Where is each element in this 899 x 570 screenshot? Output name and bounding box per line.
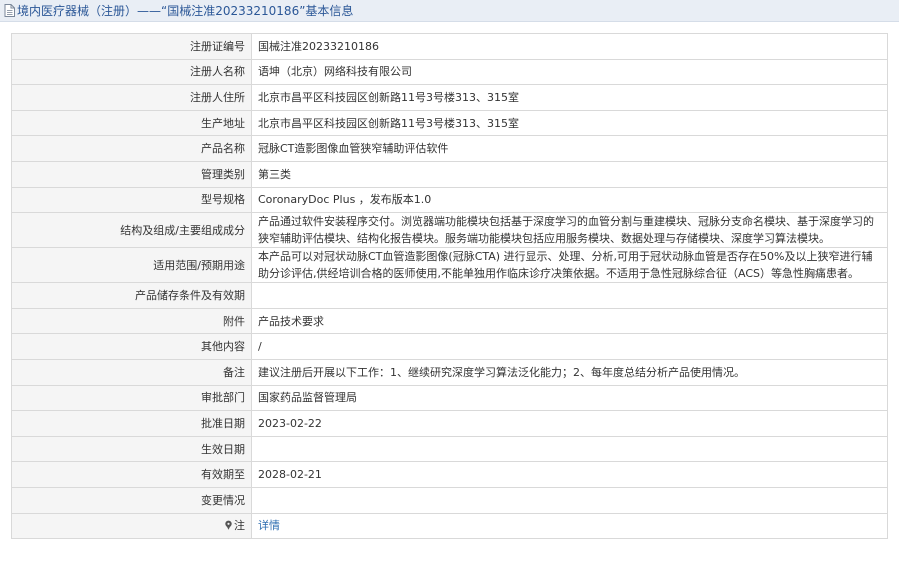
row-label: 管理类别 [11,160,252,188]
table-row: 备注 建议注册后开展以下工作：1、继续研究深度学习算法泛化能力；2、每年度总结分… [11,358,888,386]
table-row: 注册证编号 国械注准20233210186 [11,33,888,60]
note-row-label: 注 [11,512,252,540]
table-row: 注册人名称 语坤（北京）网络科技有限公司 [11,58,888,86]
document-icon [4,4,15,17]
table-row: 审批部门 国家药品监督管理局 [11,384,888,412]
row-value: 产品通过软件安装程序交付。浏览器端功能模块包括基于深度学习的血管分割与重建模块、… [251,212,888,249]
row-value [251,435,888,463]
table-row: 产品储存条件及有效期 [11,282,888,309]
row-value: 2023-02-22 [251,410,888,437]
row-label: 结构及组成/主要组成成分 [11,212,252,249]
row-value: / [251,333,888,360]
row-value: 2028-02-21 [251,461,888,488]
row-label: 变更情况 [11,486,252,514]
row-label: 注册证编号 [11,33,252,60]
page-title: 境内医疗器械（注册）——“国械注准20233210186”基本信息 [17,4,354,18]
row-value [251,282,888,309]
row-value: 国家药品监督管理局 [251,384,888,412]
row-value: 产品技术要求 [251,307,888,335]
row-value: 国械注准20233210186 [251,33,888,60]
row-label: 注册人住所 [11,84,252,111]
row-label: 其他内容 [11,333,252,360]
row-value: 本产品可以对冠状动脉CT血管造影图像(冠脉CTA) 进行显示、处理、分析,可用于… [251,247,888,284]
table-row: 适用范围/预期用途 本产品可以对冠状动脉CT血管造影图像(冠脉CTA) 进行显示… [11,247,888,284]
table-row: 管理类别 第三类 [11,160,888,188]
row-value: CoronaryDoc Plus ，发布版本1.0 [251,186,888,214]
row-label: 产品名称 [11,135,252,162]
row-label: 批准日期 [11,410,252,437]
registration-info-table: 注册证编号 国械注准20233210186 注册人名称 语坤（北京）网络科技有限… [11,33,888,540]
row-value: 北京市昌平区科技园区创新路11号3号楼313、315室 [251,84,888,111]
row-label: 生效日期 [11,435,252,463]
table-row: 型号规格 CoronaryDoc Plus ，发布版本1.0 [11,186,888,214]
row-label: 生产地址 [11,109,252,137]
row-label: 备注 [11,358,252,386]
table-row: 变更情况 [11,486,888,514]
pin-icon [225,520,232,531]
table-row: 生产地址 北京市昌平区科技园区创新路11号3号楼313、315室 [11,109,888,137]
table-row: 附件 产品技术要求 [11,307,888,335]
note-row-value: 详情 [251,512,888,540]
details-link[interactable]: 详情 [258,519,280,532]
row-label: 注册人名称 [11,58,252,86]
row-label: 产品储存条件及有效期 [11,282,252,309]
row-value: 语坤（北京）网络科技有限公司 [251,58,888,86]
table-row: 有效期至 2028-02-21 [11,461,888,488]
table-row: 结构及组成/主要组成成分 产品通过软件安装程序交付。浏览器端功能模块包括基于深度… [11,212,888,249]
table-row: 产品名称 冠脉CT造影图像血管狭窄辅助评估软件 [11,135,888,162]
table-row: 批准日期 2023-02-22 [11,410,888,437]
note-label: 注 [234,519,245,533]
table-row: 注册人住所 北京市昌平区科技园区创新路11号3号楼313、315室 [11,84,888,111]
row-label: 附件 [11,307,252,335]
row-value: 冠脉CT造影图像血管狭窄辅助评估软件 [251,135,888,162]
row-label: 审批部门 [11,384,252,412]
table-row: 生效日期 [11,435,888,463]
row-value [251,486,888,514]
table-row: 其他内容 / [11,333,888,360]
table-row: 注 详情 [11,512,888,540]
row-value: 北京市昌平区科技园区创新路11号3号楼313、315室 [251,109,888,137]
row-value: 第三类 [251,160,888,188]
row-label: 型号规格 [11,186,252,214]
page-header: 境内医疗器械（注册）——“国械注准20233210186”基本信息 [0,0,899,22]
row-value: 建议注册后开展以下工作：1、继续研究深度学习算法泛化能力；2、每年度总结分析产品… [251,358,888,386]
row-label: 有效期至 [11,461,252,488]
row-label: 适用范围/预期用途 [11,247,252,284]
